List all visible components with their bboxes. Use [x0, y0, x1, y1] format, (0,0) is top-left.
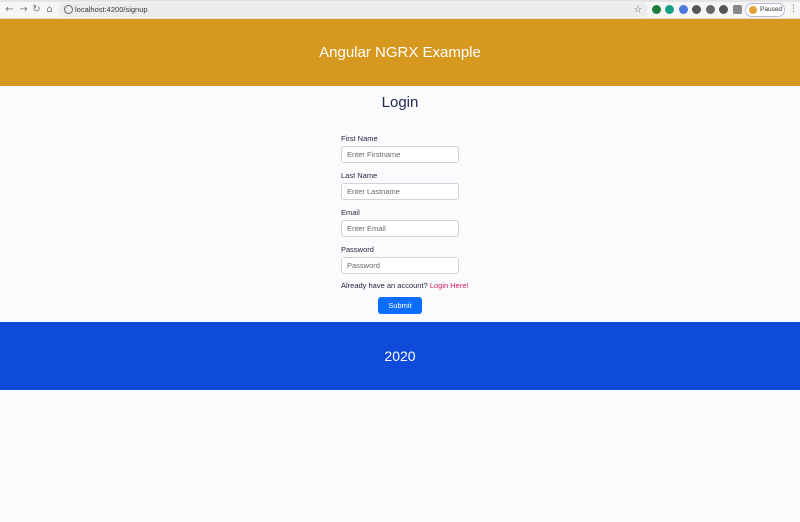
address-url: localhost:4200/signup: [75, 5, 148, 14]
login-link[interactable]: Login Here!: [430, 281, 469, 290]
bookmark-star-icon[interactable]: ☆: [634, 3, 642, 17]
profile-status: Paused: [760, 6, 783, 13]
form-title: Login: [381, 94, 419, 111]
extension-icon-1[interactable]: [652, 5, 661, 14]
app-footer: 2020: [0, 322, 800, 390]
extension-icon-4[interactable]: [692, 5, 701, 14]
address-bar[interactable]: localhost:4200/signup ☆: [58, 3, 648, 17]
email-label: Email: [341, 208, 360, 217]
tab-strip: [0, 0, 800, 2]
submit-button[interactable]: Submit: [378, 297, 422, 314]
browser-toolbar: ← → ↻ ⌂ localhost:4200/signup ☆ Paused ⋮: [0, 0, 800, 19]
site-info-icon[interactable]: [64, 5, 73, 14]
extension-icon-2[interactable]: [665, 5, 674, 14]
kebab-menu-icon[interactable]: ⋮: [789, 3, 798, 15]
reload-icon[interactable]: ↻: [31, 4, 42, 15]
extension-icon-3[interactable]: [679, 5, 688, 14]
email-input[interactable]: [341, 220, 459, 237]
avatar: [749, 6, 757, 14]
account-prompt-row: Already have an account? Login Here!: [341, 281, 469, 291]
home-icon[interactable]: ⌂: [44, 4, 55, 15]
profile-button[interactable]: Paused: [745, 3, 785, 17]
footer-year: 2020: [384, 348, 416, 364]
last-name-label: Last Name: [341, 171, 378, 180]
first-name-label: First Name: [341, 134, 378, 143]
forward-icon[interactable]: →: [18, 4, 29, 15]
back-icon[interactable]: ←: [4, 4, 15, 15]
password-input[interactable]: [341, 257, 459, 274]
last-name-input[interactable]: [341, 183, 459, 200]
puzzle-icon[interactable]: [719, 5, 728, 14]
app-title: Angular NGRX Example: [319, 44, 481, 61]
first-name-input[interactable]: [341, 146, 459, 163]
account-prompt-text: Already have an account?: [341, 281, 430, 290]
tab-search-icon[interactable]: [733, 5, 742, 14]
extension-icon-5[interactable]: [706, 5, 715, 14]
app-header: Angular NGRX Example: [0, 19, 800, 86]
password-label: Password: [341, 245, 374, 254]
